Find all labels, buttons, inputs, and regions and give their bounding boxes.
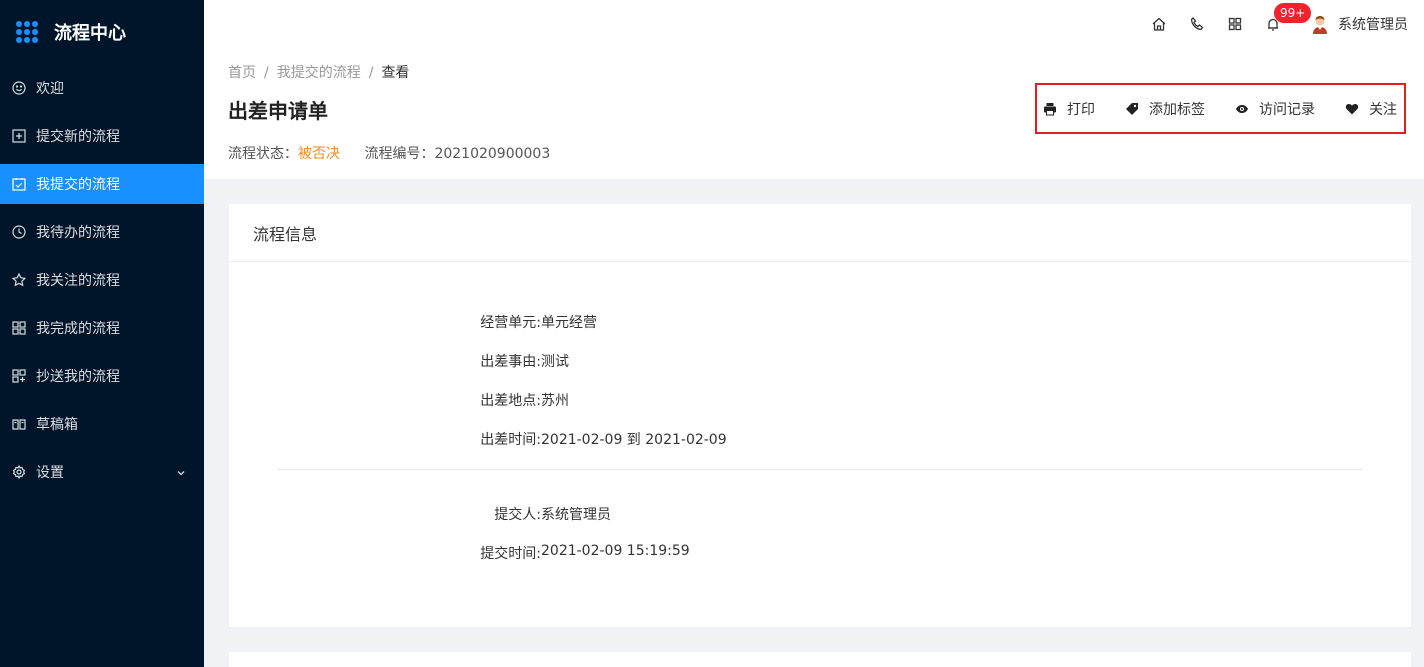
avatar xyxy=(1308,11,1332,36)
field-label: 出差时间: xyxy=(480,432,541,448)
card-title: 流程信息 xyxy=(229,204,1411,262)
bell-icon[interactable]: 99+ xyxy=(1254,0,1312,47)
sidebar-item-drafts[interactable]: 草稿箱 xyxy=(0,404,204,444)
sidebar-item-label: 设置 xyxy=(36,465,64,481)
process-meta: 流程状态：被否决 流程编号：2021020900003 xyxy=(228,143,550,163)
sidebar-item-completed[interactable]: 我完成的流程 xyxy=(0,308,204,348)
sidebar-item-submit-new[interactable]: 提交新的流程 xyxy=(0,116,204,156)
field-label: 提交人: xyxy=(494,507,541,523)
print-label: 打印 xyxy=(1067,101,1095,118)
sidebar-item-label: 我完成的流程 xyxy=(36,321,120,337)
field-label: 出差地点: xyxy=(480,393,541,409)
field-row: 出差地点: 苏州 xyxy=(229,390,1411,412)
field-row: 出差事由: 测试 xyxy=(229,351,1411,373)
field-label: 提交时间: xyxy=(480,546,541,562)
field-value: 2021-02-09 15:19:59 xyxy=(541,543,690,559)
appstore-icon xyxy=(12,321,26,335)
clock-icon xyxy=(12,225,26,239)
visit-log-button[interactable]: 访问记录 xyxy=(1235,99,1315,119)
printer-icon xyxy=(1044,102,1056,115)
follow-button[interactable]: 关注 xyxy=(1345,99,1397,119)
page-header: 首页 / 我提交的流程 / 查看 出差申请单 流程状态：被否决 流程编号：2021020… xyxy=(204,47,1424,179)
sidebar-item-cc[interactable]: 抄送我的流程 xyxy=(0,356,204,396)
copy-icon xyxy=(12,369,26,383)
field-value: 测试 xyxy=(541,354,569,370)
appstore-icon[interactable] xyxy=(1216,0,1254,47)
field-value: 苏州 xyxy=(541,393,569,409)
sidebar: 流程中心 欢迎 提交新的流程 我提交的流程 我待办的流程 我关注的流程 我完成的… xyxy=(0,0,204,667)
tag-icon xyxy=(1126,102,1138,115)
action-toolbar: 打印 添加标签 访问记录 关注 xyxy=(1035,83,1406,134)
breadcrumb-separator: / xyxy=(368,65,374,81)
notification-badge: 99+ xyxy=(1274,3,1312,23)
sidebar-item-settings[interactable]: 设置 xyxy=(0,452,204,492)
chevron-down-icon[interactable] xyxy=(176,466,186,476)
header-toolbar: 99+ 系统管理员 xyxy=(1140,0,1424,47)
user-menu[interactable]: 系统管理员 xyxy=(1292,0,1424,47)
next-card xyxy=(229,652,1411,667)
sidebar-item-todo[interactable]: 我待办的流程 xyxy=(0,212,204,252)
number-value: 2021020900003 xyxy=(434,146,551,162)
sidebar-item-label: 欢迎 xyxy=(36,81,64,97)
top-header: 99+ 系统管理员 xyxy=(204,0,1424,47)
phone-icon[interactable] xyxy=(1178,0,1216,47)
breadcrumb: 首页 / 我提交的流程 / 查看 xyxy=(228,62,409,82)
heart-icon xyxy=(1345,103,1359,114)
smile-icon xyxy=(12,81,26,95)
sidebar-item-label: 我关注的流程 xyxy=(36,273,120,289)
sidebar-item-label: 草稿箱 xyxy=(36,417,78,433)
sidebar-item-label: 提交新的流程 xyxy=(36,129,120,145)
field-row: 出差时间: 2021-02-09 到 2021-02-09 xyxy=(229,429,1411,451)
check-square-icon xyxy=(12,177,26,191)
app-logo[interactable]: 流程中心 xyxy=(0,0,204,64)
user-name: 系统管理员 xyxy=(1338,16,1408,33)
sidebar-item-my-submitted[interactable]: 我提交的流程 xyxy=(0,164,204,204)
field-row: 提交时间: 2021-02-09 15:19:59 xyxy=(229,543,1411,565)
follow-label: 关注 xyxy=(1369,101,1397,118)
field-row: 提交人: 系统管理员 xyxy=(229,504,1411,526)
status-label: 流程状态： xyxy=(228,146,298,162)
visit-log-label: 访问记录 xyxy=(1259,101,1315,118)
breadcrumb-home[interactable]: 首页 xyxy=(228,65,256,81)
sidebar-item-label: 抄送我的流程 xyxy=(36,369,120,385)
section-divider xyxy=(277,469,1363,470)
breadcrumb-separator: / xyxy=(264,65,269,81)
breadcrumb-current: 查看 xyxy=(381,65,410,81)
field-label: 经营单元: xyxy=(480,315,541,331)
sidebar-item-followed[interactable]: 我关注的流程 xyxy=(0,260,204,300)
number-label: 流程编号： xyxy=(364,146,435,162)
grid-logo-icon xyxy=(16,21,38,43)
add-tag-button[interactable]: 添加标签 xyxy=(1125,99,1205,119)
process-info-card: 流程信息 经营单元: 单元经营 出差事由: 测试 出差地点: 苏州 出差时间: … xyxy=(229,204,1411,627)
sidebar-item-welcome[interactable]: 欢迎 xyxy=(0,68,204,108)
sidebar-item-label: 我提交的流程 xyxy=(36,177,120,193)
field-value: 系统管理员 xyxy=(541,507,611,523)
field-value: 2021-02-09 到 2021-02-09 xyxy=(541,432,727,448)
status-value: 被否决 xyxy=(298,146,340,162)
sidebar-item-label: 我待办的流程 xyxy=(36,225,120,241)
breadcrumb-parent[interactable]: 我提交的流程 xyxy=(277,65,361,81)
home-icon[interactable] xyxy=(1140,0,1178,47)
app-title: 流程中心 xyxy=(54,23,126,44)
sidebar-menu: 欢迎 提交新的流程 我提交的流程 我待办的流程 我关注的流程 我完成的流程 抄送… xyxy=(0,68,204,492)
add-tag-label: 添加标签 xyxy=(1149,101,1205,118)
eye-icon xyxy=(1236,104,1248,113)
plus-square-icon xyxy=(12,129,26,143)
field-row: 经营单元: 单元经营 xyxy=(229,312,1411,334)
page-title: 出差申请单 xyxy=(228,99,328,123)
field-value: 单元经营 xyxy=(541,315,597,331)
book-icon xyxy=(12,417,26,431)
gear-icon xyxy=(12,465,26,479)
field-label: 出差事由: xyxy=(480,354,541,370)
print-button[interactable]: 打印 xyxy=(1043,99,1095,119)
star-icon xyxy=(12,273,26,287)
